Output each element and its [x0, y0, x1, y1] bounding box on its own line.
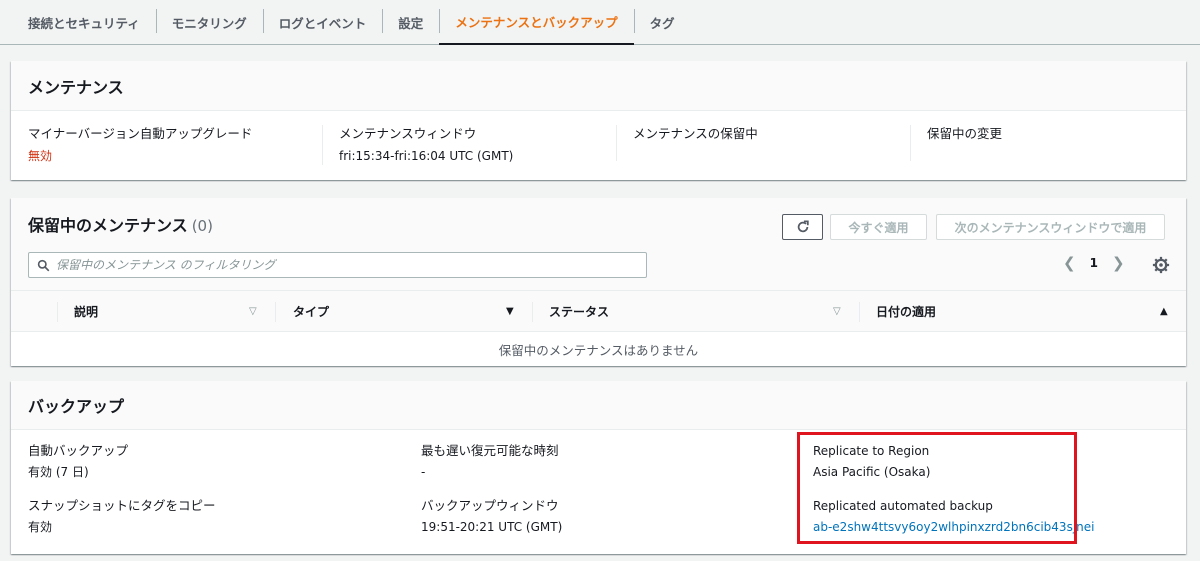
table-header: 説明 ▽ タイプ ▼ ステータス ▽ 日付の適用 ▲: [11, 290, 1186, 332]
auto-minor-upgrade-value: 無効: [28, 149, 53, 163]
column-type[interactable]: タイプ: [293, 291, 329, 332]
latest-restore-field: 最も遅い復元可能な時刻 -: [421, 442, 559, 481]
backup-panel: バックアップ 自動バックアップ 有効 (7 日) スナップショットにタグをコピー…: [11, 381, 1186, 554]
auto-minor-upgrade-label: マイナーバージョン自動アップグレード: [28, 126, 253, 141]
column-type-label: タイプ: [293, 305, 330, 319]
filter-search: [28, 252, 647, 278]
apply-next-window-button[interactable]: 次のメンテナンスウィンドウで適用: [936, 214, 1165, 240]
refresh-button[interactable]: [782, 214, 823, 240]
latest-restore-value: -: [421, 465, 426, 479]
column-description-label: 説明: [74, 305, 99, 319]
empty-table-message: 保留中のメンテナンスはありません: [498, 342, 699, 358]
maintenance-title: メンテナンス: [28, 77, 124, 97]
pending-maintenance-field: メンテナンスの保留中: [616, 125, 910, 161]
sort-description-icon[interactable]: ▽: [249, 291, 257, 332]
maintenance-window-value: fri:15:34-fri:16:04 UTC (GMT): [339, 149, 514, 163]
column-status-label: ステータス: [549, 305, 610, 319]
copy-tags-label: スナップショットにタグをコピー: [28, 498, 216, 513]
apply-now-button[interactable]: 今すぐ適用: [830, 214, 927, 240]
sort-apply-date-icon[interactable]: ▲: [1160, 291, 1168, 332]
pending-maintenance-title: 保留中のメンテナンス (0): [28, 212, 213, 236]
auto-backup-label: 自動バックアップ: [28, 443, 129, 458]
pending-changes-field: 保留中の変更: [910, 125, 1186, 161]
pending-count: (0): [191, 217, 213, 235]
sort-status-icon[interactable]: ▽: [833, 291, 841, 332]
auto-minor-upgrade-field: マイナーバージョン自動アップグレード 無効: [28, 125, 322, 165]
auto-backup-value: 有効 (7 日): [28, 465, 89, 479]
maintenance-header: メンテナンス: [11, 61, 1186, 111]
column-apply-date[interactable]: 日付の適用: [876, 291, 936, 332]
tab-maintenance-backups[interactable]: メンテナンスとバックアップ: [439, 0, 634, 45]
pending-maintenance-panel: 保留中のメンテナンス(0) 今すぐ適用 次のメンテナンスウィンドウで適用 ❮ 1…: [11, 198, 1186, 366]
prev-page-icon[interactable]: ❮: [1063, 254, 1076, 272]
sort-type-icon[interactable]: ▼: [506, 291, 514, 332]
backup-window-label: バックアップウィンドウ: [421, 498, 559, 513]
backup-title: バックアップ: [28, 397, 125, 416]
search-icon: [37, 259, 50, 271]
tab-configuration[interactable]: 設定: [382, 0, 439, 44]
tab-connectivity-security[interactable]: 接続とセキュリティ: [12, 0, 156, 44]
highlight-box: [797, 432, 1077, 544]
column-description[interactable]: 説明: [74, 291, 98, 332]
copy-tags-value: 有効: [28, 520, 53, 534]
maintenance-window-field: メンテナンスウィンドウ fri:15:34-fri:16:04 UTC (GMT…: [322, 125, 616, 165]
filter-input[interactable]: [56, 258, 636, 272]
gear-icon[interactable]: [1152, 256, 1170, 274]
backup-window-field: バックアップウィンドウ 19:51-20:21 UTC (GMT): [421, 497, 562, 536]
column-apply-date-label: 日付の適用: [876, 305, 937, 319]
backup-header: バックアップ: [11, 381, 1186, 430]
current-page[interactable]: 1: [1090, 256, 1098, 270]
tab-monitoring[interactable]: モニタリング: [155, 0, 263, 44]
pagination: ❮ 1 ❯: [1063, 254, 1125, 272]
tab-bar: 接続とセキュリティ モニタリング ログとイベント 設定 メンテナンスとバックアッ…: [0, 0, 1200, 45]
tab-logs-events[interactable]: ログとイベント: [262, 0, 383, 44]
column-status[interactable]: ステータス: [549, 291, 609, 332]
pending-maintenance-label: メンテナンスの保留中: [633, 126, 758, 141]
latest-restore-label: 最も遅い復元可能な時刻: [421, 443, 559, 458]
tab-tags[interactable]: タグ: [633, 0, 691, 44]
refresh-icon: [797, 220, 809, 233]
backup-window-value: 19:51-20:21 UTC (GMT): [421, 520, 563, 534]
copy-tags-field: スナップショットにタグをコピー 有効: [28, 497, 216, 536]
maintenance-window-label: メンテナンスウィンドウ: [339, 126, 477, 141]
pending-maintenance-title-text: 保留中のメンテナンス: [28, 216, 188, 235]
pending-changes-label: 保留中の変更: [927, 126, 1003, 141]
auto-backup-field: 自動バックアップ 有効 (7 日): [28, 442, 128, 481]
next-page-icon[interactable]: ❯: [1112, 254, 1125, 272]
maintenance-panel: メンテナンス マイナーバージョン自動アップグレード 無効 メンテナンスウィンドウ…: [11, 61, 1186, 180]
